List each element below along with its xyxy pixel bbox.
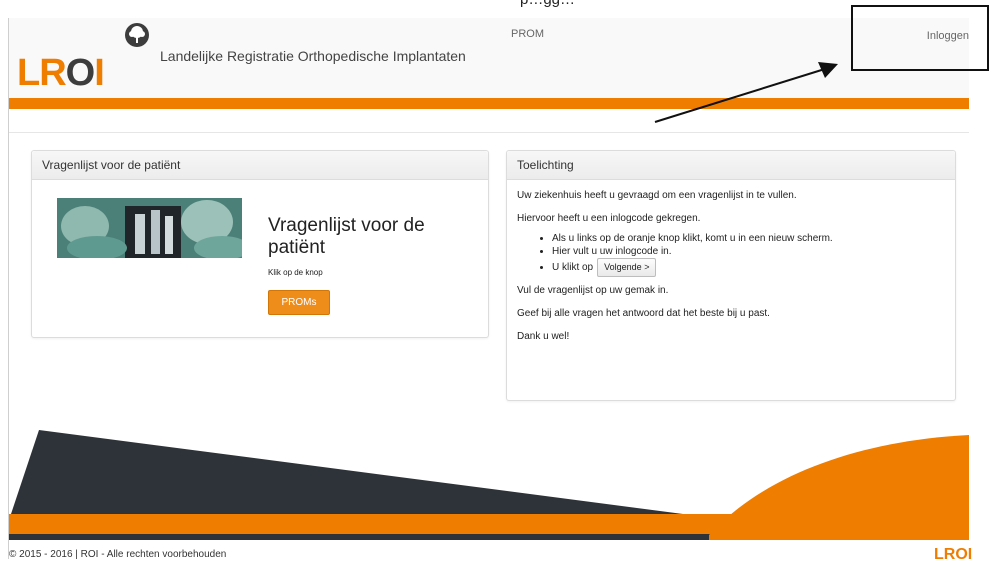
footer-orange-bar	[9, 514, 969, 534]
explanation-para-3: Vul de vragenlijst op uw gemak in.	[517, 285, 669, 296]
footer-decoration	[9, 430, 969, 540]
annotation-arrow	[654, 62, 838, 123]
proms-button[interactable]: PROMs	[268, 290, 330, 315]
logo-text-o: O	[65, 52, 96, 94]
cropped-top-text: p…gg…	[520, 0, 575, 8]
logo-text-lr: LR	[17, 52, 67, 94]
explanation-para-4: Geef bij alle vragen het antwoord dat he…	[517, 308, 770, 319]
step-3-prefix: U klikt op	[552, 262, 594, 274]
questionnaire-panel-heading: Vragenlijst voor de patiënt	[32, 151, 488, 180]
hero-title: Vragenlijst voor de patiënt	[268, 215, 425, 258]
lroi-logo[interactable]: LROI	[17, 52, 105, 94]
volgende-button: Volgende >	[597, 258, 657, 277]
explanation-steps: Als u links op de oranje knop klikt, kom…	[517, 232, 945, 277]
logo-text-i: I	[94, 52, 105, 94]
questionnaire-panel: Vragenlijst voor de patiënt Vragenlijst …	[31, 150, 489, 338]
explanation-para-2: Hiervoor heeft u een inlogcode gekregen.	[517, 213, 701, 224]
volgende-label: Volgende	[604, 262, 642, 272]
divider	[9, 132, 969, 133]
annotation-highlight-box	[851, 5, 989, 71]
explanation-body: Uw ziekenhuis heeft u gevraagd om een vr…	[507, 180, 955, 343]
site-title: Landelijke Registratie Orthopedische Imp…	[160, 48, 466, 64]
explanation-step-3: U klikt opVolgende >	[552, 258, 945, 277]
hero-subtitle: Klik op de knop	[268, 268, 323, 277]
explanation-para-1: Uw ziekenhuis heeft u gevraagd om een vr…	[517, 190, 797, 201]
explanation-para-5: Dank u wel!	[517, 331, 570, 342]
explanation-panel: Toelichting Uw ziekenhuis heeft u gevraa…	[506, 150, 956, 401]
surgery-image-art	[57, 198, 242, 258]
nav-prom-link[interactable]: PROM	[511, 28, 544, 40]
cropped-top-strip: p…gg…	[0, 0, 994, 14]
explanation-step-2: Hier vult u uw inlogcode in.	[552, 245, 945, 258]
explanation-step-1: Als u links op de oranje knop klikt, kom…	[552, 232, 945, 245]
explanation-panel-heading: Toelichting	[507, 151, 955, 180]
tree-icon	[125, 23, 149, 47]
chevron-right-icon: >	[644, 262, 650, 272]
surgery-image	[57, 198, 242, 258]
footer-logo: LROI	[934, 546, 973, 563]
footer-copyright: © 2015 - 2016 | ROI - Alle rechten voorb…	[9, 549, 227, 560]
